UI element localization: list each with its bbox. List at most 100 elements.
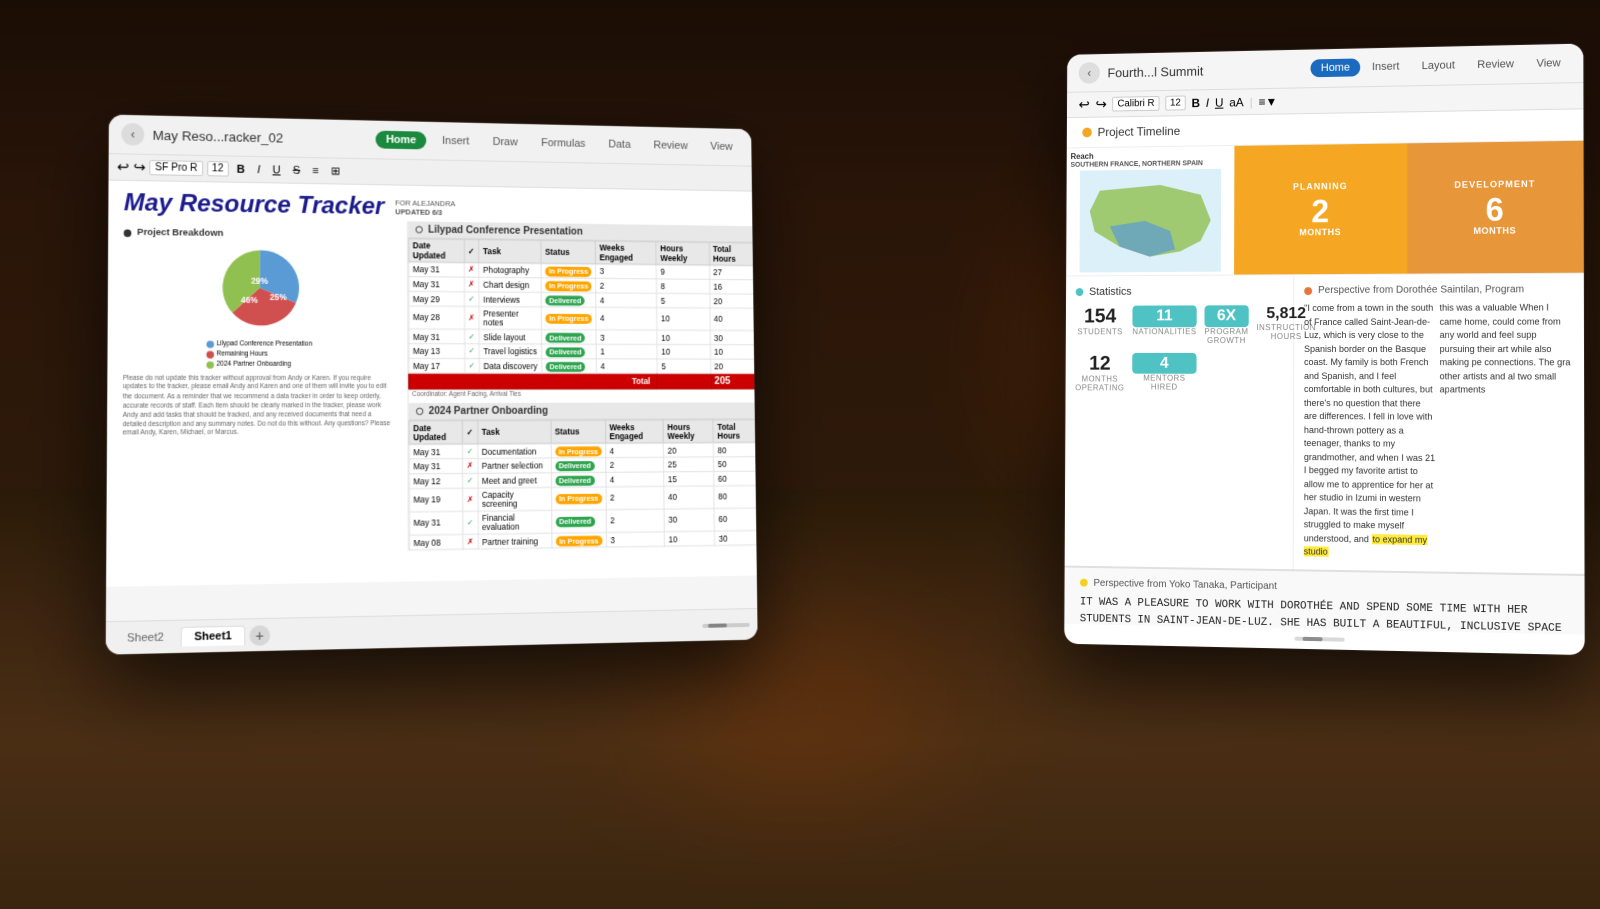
word-window-title: Fourth...l Summit xyxy=(1107,63,1203,80)
excel-window: ‹ May Reso...racker_02 Home Insert Draw … xyxy=(106,115,758,655)
timeline-dot xyxy=(1082,128,1092,138)
stat-growth: 6X PROGRAM GROWTH xyxy=(1204,305,1248,344)
table2: Date Updated✓Task StatusWeeks EngagedHou… xyxy=(408,419,756,550)
scroll-thumb[interactable] xyxy=(708,623,727,627)
add-sheet-button[interactable]: + xyxy=(249,625,270,646)
underline-btn[interactable]: U xyxy=(268,163,284,177)
nationalities-value: 11 xyxy=(1132,305,1196,326)
scroll-bar-right xyxy=(1295,637,1345,642)
word-tab-view[interactable]: View xyxy=(1526,54,1571,73)
spreadsheet-content: May Resource Tracker FOR ALEJANDRA UPDAT… xyxy=(106,181,757,587)
perspective-dorothee-section: Perspective from Dorothée Saintilan, Pro… xyxy=(1294,274,1585,574)
word-document-content: Project Timeline Reach SOUTHERN FRANCE, … xyxy=(1064,109,1584,634)
perspective-left-col: "I come from a town in the south of Fran… xyxy=(1304,302,1436,561)
excel-tab-review[interactable]: Review xyxy=(646,137,696,155)
stat-students: 154 STUDENTS xyxy=(1075,306,1124,345)
format-option[interactable]: ≡▼ xyxy=(1259,94,1278,108)
stats-header: Statistics xyxy=(1076,285,1284,298)
excel-tab-view[interactable]: View xyxy=(703,138,740,156)
bold-btn[interactable]: B xyxy=(1191,96,1199,110)
table-row: May 13✓Travel logistics Delivered 11010 xyxy=(409,344,756,359)
section3-bullet xyxy=(416,408,423,415)
word-back-button[interactable]: ‹ xyxy=(1079,62,1100,84)
font-size[interactable]: 12 xyxy=(1165,95,1186,110)
col-total: Total Hours xyxy=(709,243,754,266)
sheet-tab-sheet1[interactable]: Sheet1 xyxy=(181,626,246,647)
table-row: May 28✗Presenter notes In Progress 41040 xyxy=(409,306,755,331)
excel-window-title: May Reso...racker_02 xyxy=(153,127,368,147)
font-size-toggle[interactable]: aA xyxy=(1229,95,1243,109)
font-name[interactable]: SF Pro R xyxy=(150,160,203,176)
yoko-dot xyxy=(1080,579,1088,587)
total-row: Total 205 xyxy=(409,373,756,389)
bold-btn[interactable]: B xyxy=(233,162,249,176)
excel-tab-formulas[interactable]: Formulas xyxy=(533,134,593,153)
yoko-title: Perspective from Yoko Tanaka, Participan… xyxy=(1093,577,1276,591)
col-weekly: Hours Weekly xyxy=(656,242,709,265)
development-label: DEVELOPMENT xyxy=(1454,179,1535,190)
updated-text: UPDATED 6/3 xyxy=(395,207,455,216)
statistics-section: Statistics 154 STUDENTS 11 NATIONALITIES… xyxy=(1065,275,1295,569)
section3-header: 2024 Partner Onboarding xyxy=(408,402,756,420)
sheet-tabs: Sheet2 Sheet1 + xyxy=(106,608,758,655)
students-value: 154 xyxy=(1075,306,1124,328)
redo-btn[interactable]: ↪ xyxy=(133,159,145,176)
perspective-right-col: this was a valuable When I came home, co… xyxy=(1440,301,1575,563)
timeline-title: Project Timeline xyxy=(1098,124,1181,139)
yoko-header: Perspective from Yoko Tanaka, Participan… xyxy=(1080,577,1568,597)
notes-text: Please do not update this tracker withou… xyxy=(115,370,400,443)
table-row: May 31✓Slide layout Delivered 31030 xyxy=(409,329,755,345)
underline-btn[interactable]: U xyxy=(1215,95,1224,109)
legend-remaining: Remaining Hours xyxy=(216,349,267,360)
sheet-tab-sheet2[interactable]: Sheet2 xyxy=(114,628,176,648)
excel-tab-home[interactable]: Home xyxy=(376,131,426,150)
excel-tab-draw[interactable]: Draw xyxy=(485,133,526,151)
pie-chart: 29% 25% 46% xyxy=(217,246,302,330)
word-tab-review[interactable]: Review xyxy=(1467,55,1524,74)
stats-perspective-row: Statistics 154 STUDENTS 11 NATIONALITIES… xyxy=(1065,273,1585,574)
font-name[interactable]: Calibri R xyxy=(1113,96,1160,112)
legend-partner: 2024 Partner Onboarding xyxy=(216,360,291,371)
italic-btn[interactable]: I xyxy=(253,162,264,176)
word-tab-insert[interactable]: Insert xyxy=(1362,57,1410,76)
format-btn[interactable]: ⊞ xyxy=(327,163,344,178)
months-value: 12 xyxy=(1075,353,1124,375)
word-tab-layout[interactable]: Layout xyxy=(1412,56,1466,75)
yoko-section: Perspective from Yoko Tanaka, Participan… xyxy=(1064,565,1584,634)
growth-label: PROGRAM GROWTH xyxy=(1204,327,1248,345)
growth-value: 6X xyxy=(1204,305,1248,327)
separator: | xyxy=(1250,95,1253,109)
highlight-span: to expand my studio xyxy=(1304,534,1427,557)
col-check: ✓ xyxy=(464,240,479,263)
redo-btn[interactable]: ↪ xyxy=(1096,96,1107,113)
development-months: 6 xyxy=(1486,193,1504,225)
section1-title: Project Breakdown xyxy=(137,228,223,239)
section2-bullet xyxy=(415,226,422,233)
svg-text:46%: 46% xyxy=(241,295,259,305)
windows-container: ‹ May Reso...racker_02 Home Insert Draw … xyxy=(0,0,1600,909)
italic-btn[interactable]: I xyxy=(1206,96,1209,110)
svg-text:25%: 25% xyxy=(270,292,287,302)
excel-tab-insert[interactable]: Insert xyxy=(434,132,477,151)
months-label: MONTHS OPERATING xyxy=(1075,374,1124,392)
excel-tab-data[interactable]: Data xyxy=(601,136,639,154)
stat-nationalities: 11 NATIONALITIES xyxy=(1132,305,1196,344)
perspective-title: Perspective from Dorothée Saintilan, Pro… xyxy=(1318,284,1524,296)
word-tab-bar: Home Insert Layout Review View xyxy=(1311,54,1571,77)
excel-back-button[interactable]: ‹ xyxy=(121,123,144,146)
col-task: Task xyxy=(479,240,541,263)
perspective-header: Perspective from Dorothée Saintilan, Pro… xyxy=(1304,284,1573,296)
align-btn[interactable]: ≡ xyxy=(308,164,323,178)
stats-dot xyxy=(1076,288,1084,296)
scroll-thumb-right[interactable] xyxy=(1303,637,1323,641)
strikethrough-btn[interactable]: S xyxy=(289,163,305,177)
font-size[interactable]: 12 xyxy=(207,161,229,176)
planning-label: PLANNING xyxy=(1293,181,1348,192)
reach-subtext: SOUTHERN FRANCE, NORTHERN SPAIN xyxy=(1071,160,1203,169)
spreadsheet-title: May Resource Tracker xyxy=(124,188,385,221)
undo-btn[interactable]: ↩ xyxy=(117,158,129,175)
word-tab-home[interactable]: Home xyxy=(1311,58,1360,77)
students-label: STUDENTS xyxy=(1075,327,1124,336)
undo-btn[interactable]: ↩ xyxy=(1078,96,1089,113)
yoko-quote: IT WAS A PLEASURE TO WORK WITH DOROTHÉE … xyxy=(1080,594,1569,635)
